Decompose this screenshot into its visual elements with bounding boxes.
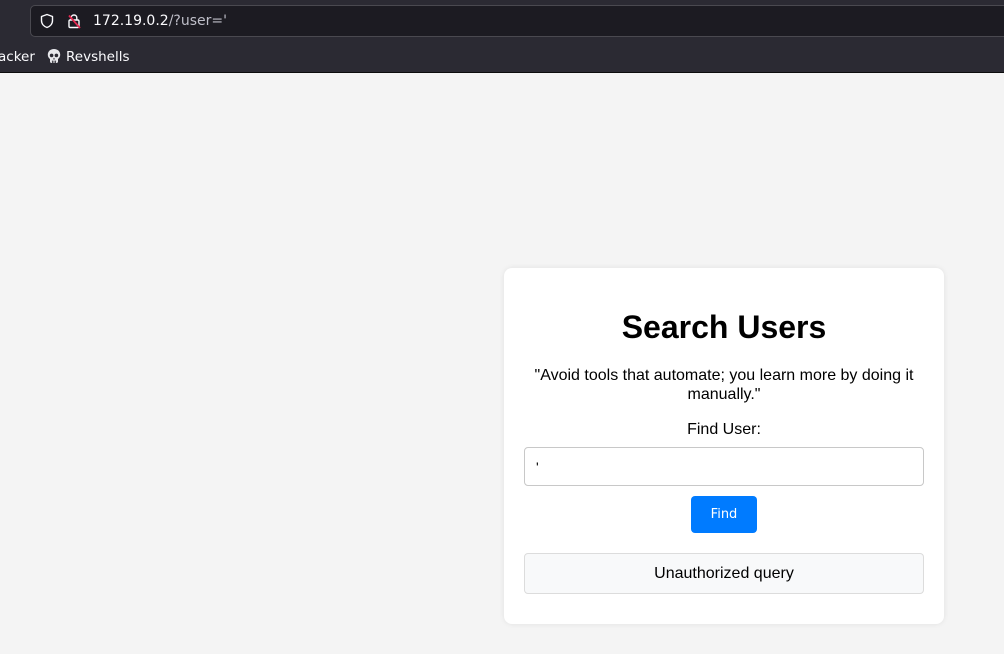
- insecure-lock-icon[interactable]: [66, 13, 82, 29]
- result-message: Unauthorized query: [524, 553, 924, 594]
- url-host: 172.19.0.2: [93, 13, 169, 29]
- bookmark-item-partial[interactable]: acker: [0, 48, 35, 66]
- bookmark-item-revshells[interactable]: Revshells: [46, 48, 130, 66]
- browser-toolbar: 172.19.0.2/?user=': [0, 0, 1004, 43]
- page-title: Search Users: [621, 309, 827, 345]
- bookmarks-toolbar: acker Revshells: [0, 43, 1004, 73]
- user-search-input[interactable]: [524, 447, 924, 486]
- bookmark-label: acker: [0, 49, 35, 65]
- url-text[interactable]: 172.19.0.2/?user=': [93, 13, 227, 30]
- find-button[interactable]: Find: [691, 496, 757, 533]
- url-path: /?user=': [168, 13, 227, 29]
- toolbar-left-edge: [0, 6, 28, 37]
- skull-icon: [47, 49, 61, 63]
- quote-text: "Avoid tools that automate; you learn mo…: [534, 367, 914, 403]
- search-card: Search Users "Avoid tools that automate;…: [504, 268, 944, 624]
- bookmark-label: Revshells: [66, 49, 130, 65]
- find-user-label: Find User:: [687, 421, 761, 438]
- shield-icon[interactable]: [39, 13, 55, 29]
- page-content: Search Users "Avoid tools that automate;…: [0, 73, 1004, 654]
- address-bar[interactable]: 172.19.0.2/?user=': [30, 5, 1004, 37]
